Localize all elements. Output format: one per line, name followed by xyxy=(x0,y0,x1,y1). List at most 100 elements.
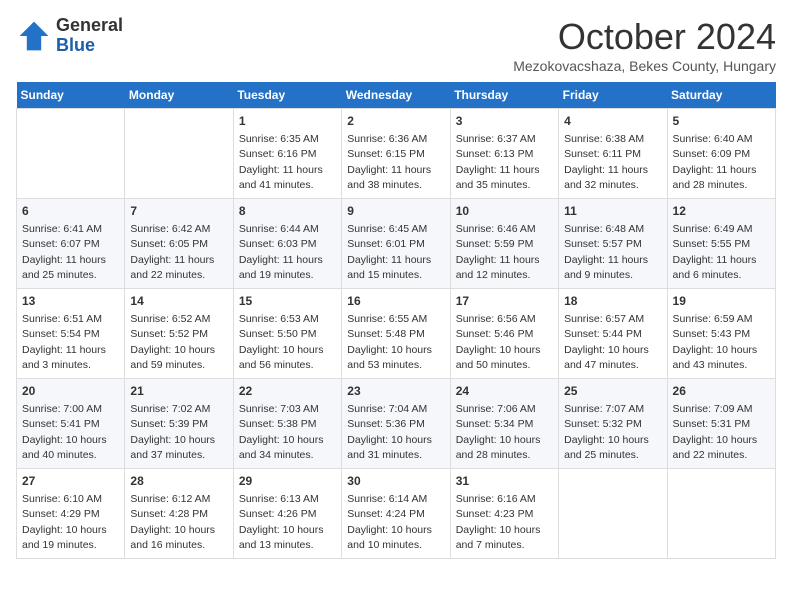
calendar-week-row: 1 Sunrise: 6:35 AM Sunset: 6:16 PM Daylig… xyxy=(17,109,776,199)
calendar-cell: 13 Sunrise: 6:51 AM Sunset: 5:54 PM Dayli… xyxy=(17,289,125,379)
day-info: Sunrise: 6:48 AM Sunset: 5:57 PM Dayligh… xyxy=(564,223,648,281)
logo: General Blue xyxy=(16,16,123,56)
calendar-cell: 25 Sunrise: 7:07 AM Sunset: 5:32 PM Dayli… xyxy=(559,379,667,469)
day-number: 8 xyxy=(239,203,336,220)
day-number: 3 xyxy=(456,113,553,130)
day-info: Sunrise: 6:55 AM Sunset: 5:48 PM Dayligh… xyxy=(347,313,432,371)
day-number: 24 xyxy=(456,383,553,400)
logo-text: General Blue xyxy=(56,16,123,56)
day-number: 4 xyxy=(564,113,661,130)
calendar-cell: 2Sunrise: 6:36 AM Sunset: 6:15 PM Daylig… xyxy=(342,109,450,199)
calendar-cell: 16 Sunrise: 6:55 AM Sunset: 5:48 PM Dayli… xyxy=(342,289,450,379)
logo-blue: Blue xyxy=(56,35,95,55)
day-info: Sunrise: 6:13 AM Sunset: 4:26 PM Dayligh… xyxy=(239,493,324,551)
weekday-header: Sunday xyxy=(17,82,125,109)
day-info: Sunrise: 6:57 AM Sunset: 5:44 PM Dayligh… xyxy=(564,313,649,371)
calendar-cell xyxy=(17,109,125,199)
calendar-cell: 17Sunrise: 6:56 AM Sunset: 5:46 PM Dayli… xyxy=(450,289,558,379)
day-info: Sunrise: 6:16 AM Sunset: 4:23 PM Dayligh… xyxy=(456,493,541,551)
location-subtitle: Mezokovacshaza, Bekes County, Hungary xyxy=(513,58,776,74)
day-number: 25 xyxy=(564,383,661,400)
day-number: 20 xyxy=(22,383,119,400)
calendar-week-row: 6Sunrise: 6:41 AM Sunset: 6:07 PM Daylig… xyxy=(17,199,776,289)
calendar-cell: 28 Sunrise: 6:12 AM Sunset: 4:28 PM Dayli… xyxy=(125,469,233,559)
day-info: Sunrise: 7:03 AM Sunset: 5:38 PM Dayligh… xyxy=(239,403,324,461)
day-number: 16 xyxy=(347,293,444,310)
day-number: 21 xyxy=(130,383,227,400)
page-header: General Blue October 2024 Mezokovacshaza… xyxy=(16,16,776,74)
weekday-header-row: SundayMondayTuesdayWednesdayThursdayFrid… xyxy=(17,82,776,109)
day-info: Sunrise: 7:06 AM Sunset: 5:34 PM Dayligh… xyxy=(456,403,541,461)
day-number: 22 xyxy=(239,383,336,400)
weekday-header: Saturday xyxy=(667,82,775,109)
day-number: 17 xyxy=(456,293,553,310)
day-info: Sunrise: 6:51 AM Sunset: 5:54 PM Dayligh… xyxy=(22,313,106,371)
weekday-header: Tuesday xyxy=(233,82,341,109)
calendar-cell: 21 Sunrise: 7:02 AM Sunset: 5:39 PM Dayli… xyxy=(125,379,233,469)
calendar-cell xyxy=(559,469,667,559)
day-info: Sunrise: 6:35 AM Sunset: 6:16 PM Dayligh… xyxy=(239,133,323,191)
weekday-header: Monday xyxy=(125,82,233,109)
calendar-cell: 29Sunrise: 6:13 AM Sunset: 4:26 PM Dayli… xyxy=(233,469,341,559)
day-number: 1 xyxy=(239,113,336,130)
day-number: 28 xyxy=(130,473,227,490)
calendar-cell: 15 Sunrise: 6:53 AM Sunset: 5:50 PM Dayli… xyxy=(233,289,341,379)
calendar-cell: 14 Sunrise: 6:52 AM Sunset: 5:52 PM Dayli… xyxy=(125,289,233,379)
calendar-table: SundayMondayTuesdayWednesdayThursdayFrid… xyxy=(16,82,776,559)
day-number: 31 xyxy=(456,473,553,490)
day-number: 10 xyxy=(456,203,553,220)
calendar-cell: 10 Sunrise: 6:46 AM Sunset: 5:59 PM Dayli… xyxy=(450,199,558,289)
calendar-cell: 22 Sunrise: 7:03 AM Sunset: 5:38 PM Dayli… xyxy=(233,379,341,469)
calendar-cell xyxy=(125,109,233,199)
day-number: 14 xyxy=(130,293,227,310)
calendar-cell xyxy=(667,469,775,559)
day-number: 27 xyxy=(22,473,119,490)
calendar-cell: 12Sunrise: 6:49 AM Sunset: 5:55 PM Dayli… xyxy=(667,199,775,289)
day-info: Sunrise: 6:12 AM Sunset: 4:28 PM Dayligh… xyxy=(130,493,215,551)
day-number: 19 xyxy=(673,293,770,310)
title-block: October 2024 Mezokovacshaza, Bekes Count… xyxy=(513,16,776,74)
calendar-cell: 5 Sunrise: 6:40 AM Sunset: 6:09 PM Daylig… xyxy=(667,109,775,199)
day-info: Sunrise: 6:40 AM Sunset: 6:09 PM Dayligh… xyxy=(673,133,757,191)
day-number: 26 xyxy=(673,383,770,400)
day-number: 5 xyxy=(673,113,770,130)
day-number: 12 xyxy=(673,203,770,220)
day-info: Sunrise: 6:59 AM Sunset: 5:43 PM Dayligh… xyxy=(673,313,758,371)
day-info: Sunrise: 7:00 AM Sunset: 5:41 PM Dayligh… xyxy=(22,403,107,461)
day-number: 23 xyxy=(347,383,444,400)
day-info: Sunrise: 6:36 AM Sunset: 6:15 PM Dayligh… xyxy=(347,133,431,191)
calendar-cell: 11Sunrise: 6:48 AM Sunset: 5:57 PM Dayli… xyxy=(559,199,667,289)
day-number: 6 xyxy=(22,203,119,220)
day-info: Sunrise: 7:04 AM Sunset: 5:36 PM Dayligh… xyxy=(347,403,432,461)
calendar-week-row: 20 Sunrise: 7:00 AM Sunset: 5:41 PM Dayli… xyxy=(17,379,776,469)
weekday-header: Friday xyxy=(559,82,667,109)
day-info: Sunrise: 6:53 AM Sunset: 5:50 PM Dayligh… xyxy=(239,313,324,371)
calendar-cell: 7 Sunrise: 6:42 AM Sunset: 6:05 PM Daylig… xyxy=(125,199,233,289)
day-info: Sunrise: 6:10 AM Sunset: 4:29 PM Dayligh… xyxy=(22,493,107,551)
day-info: Sunrise: 7:02 AM Sunset: 5:39 PM Dayligh… xyxy=(130,403,215,461)
day-info: Sunrise: 6:38 AM Sunset: 6:11 PM Dayligh… xyxy=(564,133,648,191)
logo-icon xyxy=(16,18,52,54)
calendar-cell: 26 Sunrise: 7:09 AM Sunset: 5:31 PM Dayli… xyxy=(667,379,775,469)
day-number: 30 xyxy=(347,473,444,490)
calendar-cell: 4 Sunrise: 6:38 AM Sunset: 6:11 PM Daylig… xyxy=(559,109,667,199)
day-info: Sunrise: 6:52 AM Sunset: 5:52 PM Dayligh… xyxy=(130,313,215,371)
day-info: Sunrise: 7:07 AM Sunset: 5:32 PM Dayligh… xyxy=(564,403,649,461)
calendar-cell: 30 Sunrise: 6:14 AM Sunset: 4:24 PM Dayli… xyxy=(342,469,450,559)
day-number: 9 xyxy=(347,203,444,220)
day-info: Sunrise: 6:14 AM Sunset: 4:24 PM Dayligh… xyxy=(347,493,432,551)
day-info: Sunrise: 6:46 AM Sunset: 5:59 PM Dayligh… xyxy=(456,223,540,281)
day-info: Sunrise: 6:37 AM Sunset: 6:13 PM Dayligh… xyxy=(456,133,540,191)
calendar-cell: 6Sunrise: 6:41 AM Sunset: 6:07 PM Daylig… xyxy=(17,199,125,289)
day-info: Sunrise: 7:09 AM Sunset: 5:31 PM Dayligh… xyxy=(673,403,758,461)
day-number: 7 xyxy=(130,203,227,220)
calendar-cell: 1 Sunrise: 6:35 AM Sunset: 6:16 PM Daylig… xyxy=(233,109,341,199)
calendar-cell: 3 Sunrise: 6:37 AM Sunset: 6:13 PM Daylig… xyxy=(450,109,558,199)
day-info: Sunrise: 6:42 AM Sunset: 6:05 PM Dayligh… xyxy=(130,223,214,281)
day-number: 13 xyxy=(22,293,119,310)
calendar-cell: 23 Sunrise: 7:04 AM Sunset: 5:36 PM Dayli… xyxy=(342,379,450,469)
calendar-cell: 19 Sunrise: 6:59 AM Sunset: 5:43 PM Dayli… xyxy=(667,289,775,379)
month-title: October 2024 xyxy=(513,16,776,58)
calendar-cell: 27 Sunrise: 6:10 AM Sunset: 4:29 PM Dayli… xyxy=(17,469,125,559)
day-number: 15 xyxy=(239,293,336,310)
